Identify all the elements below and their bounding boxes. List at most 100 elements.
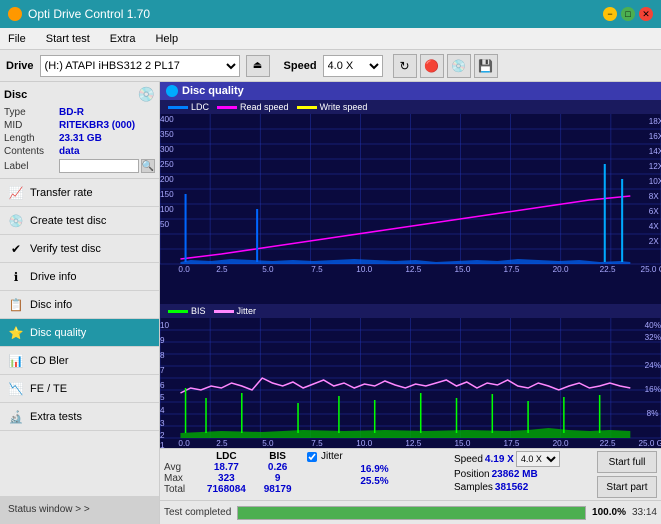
- stats-max-row: Max 323 9: [164, 473, 299, 484]
- disc-contents-row: Contents data: [4, 145, 155, 158]
- label-icon[interactable]: 🔍: [141, 159, 155, 173]
- stats-max-label: Max: [164, 473, 196, 484]
- maximize-button[interactable]: □: [621, 7, 635, 21]
- verify-test-disc-icon: ✔: [8, 241, 24, 257]
- speed-select-stats[interactable]: 4.0 X: [516, 451, 560, 467]
- nav-disc-quality-label: Disc quality: [30, 327, 86, 339]
- nav-disc-quality[interactable]: ⭐ Disc quality: [0, 319, 159, 347]
- top-chart-legend: LDC Read speed Write speed: [160, 100, 661, 114]
- menu-help[interactable]: Help: [151, 31, 182, 47]
- disc-panel-icon: 💿: [138, 86, 155, 103]
- extra-tests-icon: 🔬: [8, 409, 24, 425]
- app-logo: [8, 7, 22, 21]
- action-buttons: Start full Start part: [597, 451, 657, 498]
- svg-text:12X: 12X: [649, 162, 661, 171]
- stats-max-bis: 9: [256, 473, 299, 484]
- svg-text:7: 7: [160, 366, 165, 375]
- svg-text:6X: 6X: [649, 207, 660, 216]
- svg-text:4X: 4X: [649, 222, 660, 231]
- svg-text:15.0: 15.0: [454, 265, 470, 274]
- disc-length-row: Length 23.31 GB: [4, 132, 155, 145]
- svg-text:250: 250: [160, 160, 174, 169]
- nav-cd-bler[interactable]: 📊 CD Bler: [0, 347, 159, 375]
- refresh-icon[interactable]: ↻: [393, 54, 417, 78]
- position-value: 23862 MB: [492, 469, 538, 480]
- save-icon[interactable]: 💾: [474, 54, 498, 78]
- jitter-legend: Jitter: [214, 306, 257, 316]
- drive-select[interactable]: (H:) ATAPI iHBS312 2 PL17: [40, 55, 240, 77]
- nav-drive-info[interactable]: ℹ Drive info: [0, 263, 159, 291]
- jitter-checkbox[interactable]: [307, 452, 317, 462]
- nav-extra-tests[interactable]: 🔬 Extra tests: [0, 403, 159, 431]
- speed-value: 4.19 X: [485, 454, 514, 465]
- menu-file[interactable]: File: [4, 31, 30, 47]
- svg-text:400: 400: [160, 115, 174, 124]
- start-full-button[interactable]: Start full: [597, 451, 657, 473]
- toolbar-icons: ↻ 🔴 💿 💾: [393, 54, 498, 78]
- svg-text:8: 8: [160, 351, 165, 360]
- disc-icon[interactable]: 💿: [447, 54, 471, 78]
- nav-fe-te-label: FE / TE: [30, 383, 67, 395]
- menu-start-test[interactable]: Start test: [42, 31, 94, 47]
- svg-text:2X: 2X: [649, 237, 660, 246]
- status-window-button[interactable]: Status window > >: [0, 496, 159, 524]
- samples-value: 381562: [495, 482, 528, 493]
- title-bar-left: Opti Drive Control 1.70: [8, 7, 150, 21]
- svg-text:10.0: 10.0: [356, 265, 372, 274]
- bis-legend: BIS: [168, 306, 206, 316]
- nav-extra-tests-label: Extra tests: [30, 411, 82, 423]
- stats-h-empty: [164, 451, 196, 462]
- nav-transfer-rate[interactable]: 📈 Transfer rate: [0, 179, 159, 207]
- status-text: Test completed: [164, 507, 231, 518]
- svg-text:25.0 GB: 25.0 GB: [639, 439, 661, 448]
- nav-create-test-disc[interactable]: 💿 Create test disc: [0, 207, 159, 235]
- svg-text:50: 50: [160, 220, 170, 229]
- disc-type-val: BD-R: [59, 107, 84, 118]
- nav-verify-test-disc[interactable]: ✔ Verify test disc: [0, 235, 159, 263]
- stats-avg-label: Avg: [164, 462, 196, 473]
- position-label: Position: [454, 469, 490, 480]
- burn-icon[interactable]: 🔴: [420, 54, 444, 78]
- disc-mid-key: MID: [4, 120, 59, 131]
- svg-text:2.5: 2.5: [216, 439, 228, 448]
- disc-label-row: Label 🔍: [4, 158, 155, 174]
- speed-select[interactable]: 4.0 X: [323, 55, 383, 77]
- stats-avg-row: Avg 18.77 0.26: [164, 462, 299, 473]
- svg-text:3: 3: [160, 419, 165, 428]
- main-content: Disc 💿 Type BD-R MID RITEKBR3 (000) Leng…: [0, 82, 661, 524]
- nav-fe-te[interactable]: 📉 FE / TE: [0, 375, 159, 403]
- close-button[interactable]: ✕: [639, 7, 653, 21]
- start-part-button[interactable]: Start part: [597, 476, 657, 498]
- chart-header: Disc quality: [160, 82, 661, 100]
- minimize-button[interactable]: −: [603, 7, 617, 21]
- svg-text:5.0: 5.0: [262, 439, 274, 448]
- svg-text:17.5: 17.5: [504, 439, 520, 448]
- create-test-disc-icon: 💿: [8, 213, 24, 229]
- eject-button[interactable]: ⏏: [246, 55, 270, 77]
- speed-label: Speed: [284, 60, 317, 72]
- svg-text:17.5: 17.5: [504, 265, 520, 274]
- svg-text:0.0: 0.0: [178, 439, 190, 448]
- svg-text:350: 350: [160, 130, 174, 139]
- svg-text:0.0: 0.0: [178, 265, 190, 274]
- write-speed-legend: Write speed: [297, 102, 368, 112]
- nav-disc-info[interactable]: 📋 Disc info: [0, 291, 159, 319]
- nav-transfer-rate-label: Transfer rate: [30, 187, 93, 199]
- speed-row: Speed 4.19 X 4.0 X: [454, 451, 589, 467]
- svg-text:8X: 8X: [649, 192, 660, 201]
- ldc-legend-label: LDC: [191, 102, 209, 112]
- disc-label-input[interactable]: [59, 159, 139, 173]
- disc-quality-icon: ⭐: [8, 325, 24, 341]
- app-title: Opti Drive Control 1.70: [28, 7, 150, 21]
- disc-length-val: 23.31 GB: [59, 133, 102, 144]
- disc-panel-title: Disc: [4, 89, 27, 101]
- svg-text:300: 300: [160, 145, 174, 154]
- stats-max-ldc: 323: [196, 473, 256, 484]
- svg-text:16X: 16X: [649, 132, 661, 141]
- samples-row: Samples 381562: [454, 482, 589, 493]
- menu-extra[interactable]: Extra: [106, 31, 140, 47]
- svg-text:16%: 16%: [645, 385, 661, 394]
- drive-bar: Drive (H:) ATAPI iHBS312 2 PL17 ⏏ Speed …: [0, 50, 661, 82]
- svg-text:24%: 24%: [645, 361, 661, 370]
- stats-total-label: Total: [164, 484, 196, 495]
